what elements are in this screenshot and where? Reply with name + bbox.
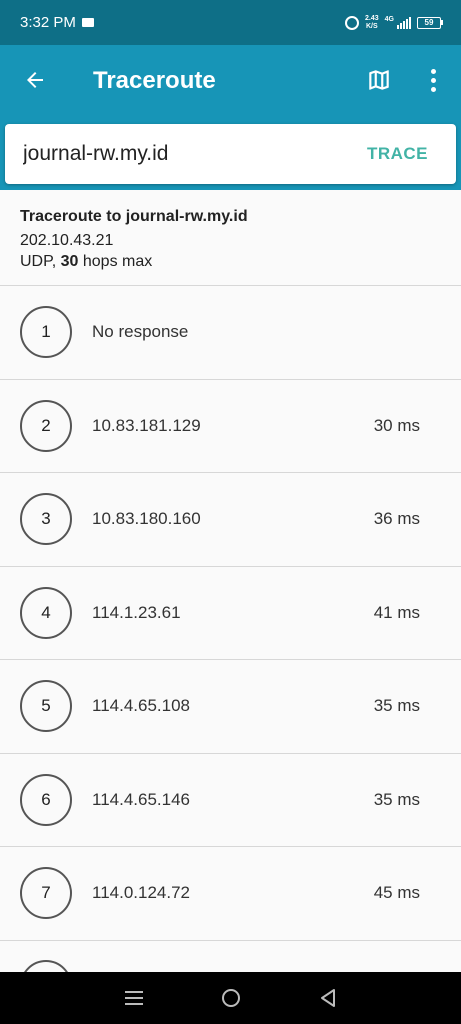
hop-number: 4 — [20, 586, 72, 639]
back-button[interactable] — [20, 65, 50, 95]
summary-max-hops: 30 — [60, 253, 79, 270]
hop-row[interactable]: 1 No response — [0, 286, 461, 380]
hop-time: 41 ms — [373, 602, 420, 622]
hop-time: 45 ms — [373, 883, 420, 903]
trace-summary: Traceroute to journal-rw.my.id 202.10.43… — [0, 190, 461, 286]
hop-row[interactable]: 3 10.83.180.160 36 ms — [0, 473, 461, 567]
network-type: 4G — [384, 15, 394, 23]
search-card: TRACE — [5, 124, 456, 184]
battery-level: 59 — [417, 16, 441, 29]
system-nav-bar — [0, 972, 461, 1024]
trace-button[interactable]: TRACE — [367, 144, 428, 164]
nav-back-button[interactable] — [308, 978, 348, 1018]
hop-time: 36 ms — [373, 509, 420, 529]
menu-icon — [124, 991, 143, 1005]
hop-address: 10.83.181.129 — [92, 415, 201, 435]
hop-number: 3 — [20, 493, 72, 546]
status-time: 3:32 PM — [20, 14, 76, 31]
hop-number: 6 — [20, 773, 72, 826]
hop-row[interactable]: 2 10.83.181.129 30 ms — [0, 380, 461, 473]
host-input[interactable] — [23, 142, 367, 166]
mail-icon — [81, 18, 94, 27]
status-bar: 3:32 PM 2.43 K/S 4G 59 — [0, 0, 461, 45]
hop-number: 1 — [20, 306, 72, 359]
hop-address: 114.0.124.72 — [92, 883, 190, 903]
net-speed-unit: K/S — [366, 22, 378, 30]
summary-hops-suffix: hops max — [82, 253, 153, 270]
summary-title: Traceroute to journal-rw.my.id — [20, 208, 248, 225]
page-title: Traceroute — [93, 67, 216, 94]
nav-home-button[interactable] — [211, 978, 251, 1018]
more-vert-icon — [430, 68, 436, 74]
alarm-icon — [345, 15, 360, 30]
hop-row[interactable]: 7 114.0.124.72 45 ms — [0, 847, 461, 941]
map-icon — [369, 70, 389, 90]
hop-address: 10.83.180.160 — [92, 509, 201, 529]
status-icons: 2.43 K/S 4G 59 — [345, 15, 443, 31]
arrow-left-icon — [27, 72, 43, 88]
hop-row[interactable]: 6 114.4.65.146 35 ms — [0, 754, 461, 847]
map-button[interactable] — [364, 65, 394, 95]
summary-protocol-line: UDP, 30 hops max — [20, 251, 441, 272]
summary-protocol: UDP, — [20, 253, 57, 270]
hop-time: 35 ms — [373, 696, 420, 716]
hop-list: 1 No response 2 10.83.181.129 30 ms 3 10… — [0, 286, 461, 941]
triangle-back-icon — [320, 989, 335, 1007]
hop-number: 2 — [20, 399, 72, 452]
hop-time: 30 ms — [373, 415, 420, 435]
hop-row[interactable]: 4 114.1.23.61 41 ms — [0, 567, 461, 660]
home-icon — [221, 989, 240, 1007]
net-speed: 2.43 K/S — [365, 15, 379, 31]
hop-address: 114.4.65.108 — [92, 696, 190, 716]
hop-address: No response — [92, 322, 189, 342]
net-speed-value: 2.43 — [365, 14, 379, 22]
hop-address: 114.4.65.146 — [92, 789, 190, 809]
signal-icon — [397, 16, 411, 29]
nav-menu-button[interactable] — [114, 978, 154, 1018]
more-options-button[interactable] — [420, 65, 446, 95]
hop-address: 114.1.23.61 — [92, 602, 181, 622]
hop-number: 5 — [20, 680, 72, 733]
battery-icon: 59 — [417, 16, 443, 29]
hop-time: 35 ms — [373, 789, 420, 809]
summary-ip: 202.10.43.21 — [20, 232, 114, 249]
hop-number: 7 — [20, 867, 72, 920]
hop-row[interactable]: 5 114.4.65.108 35 ms — [0, 660, 461, 754]
